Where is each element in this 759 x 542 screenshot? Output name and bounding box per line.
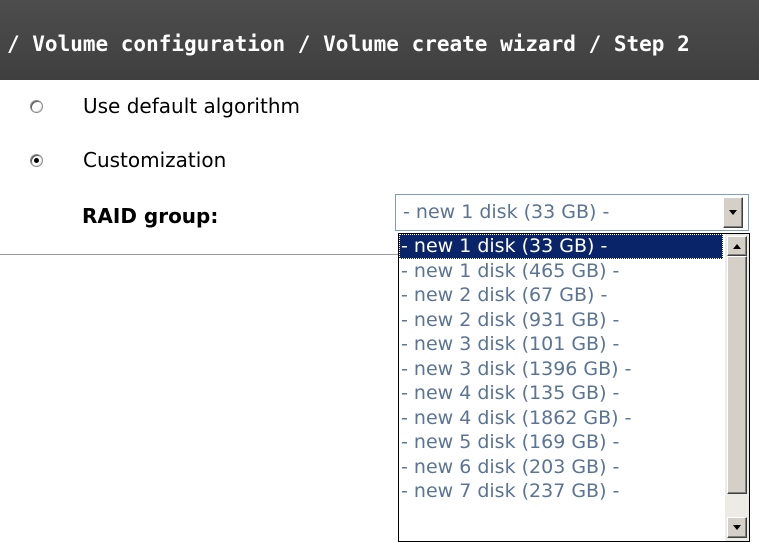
dropdown-option[interactable]: - new 3 disk (1396 GB) - [399, 357, 723, 382]
dropdown-option[interactable]: - new 4 disk (135 GB) - [399, 381, 723, 406]
dropdown-toggle-button[interactable] [723, 197, 743, 228]
dropdown-option[interactable]: - new 1 disk (33 GB) - [399, 234, 723, 259]
scroll-thumb[interactable] [727, 256, 747, 494]
chevron-down-icon [729, 210, 737, 215]
scrollbar[interactable] [725, 234, 749, 541]
breadcrumb: / Volume configuration / Volume create w… [7, 32, 690, 56]
customization-option[interactable]: Customization [30, 146, 226, 174]
dropdown-option[interactable]: - new 2 disk (67 GB) - [399, 283, 723, 308]
raid-group-selected-value: - new 1 disk (33 GB) - [403, 201, 610, 223]
scroll-up-button[interactable] [727, 236, 747, 256]
dropdown-option[interactable]: - new 3 disk (101 GB) - [399, 332, 723, 357]
page-header: / Volume configuration / Volume create w… [0, 0, 759, 80]
raid-group-select[interactable]: - new 1 disk (33 GB) - [395, 194, 749, 231]
dropdown-option[interactable]: - new 7 disk (237 GB) - [399, 479, 723, 504]
arrow-down-icon [733, 525, 741, 530]
default-algorithm-radio[interactable] [30, 99, 43, 113]
default-algorithm-option[interactable]: Use default algorithm [30, 92, 300, 120]
dropdown-option[interactable]: - new 1 disk (465 GB) - [399, 259, 723, 284]
raid-group-dropdown-list[interactable]: - new 1 disk (33 GB) -- new 1 disk (465 … [398, 233, 750, 542]
dropdown-option[interactable]: - new 2 disk (931 GB) - [399, 308, 723, 333]
customization-label: Customization [83, 148, 227, 172]
dropdown-option[interactable]: - new 4 disk (1862 GB) - [399, 406, 723, 431]
default-algorithm-label: Use default algorithm [83, 94, 300, 118]
arrow-up-icon [733, 244, 741, 249]
raid-group-label: RAID group: [82, 204, 219, 228]
dropdown-option[interactable]: - new 6 disk (203 GB) - [399, 455, 723, 480]
customization-radio[interactable] [30, 153, 43, 167]
scroll-down-button[interactable] [727, 517, 747, 538]
divider [0, 254, 400, 255]
option-list: - new 1 disk (33 GB) -- new 1 disk (465 … [399, 234, 723, 504]
dropdown-option[interactable]: - new 5 disk (169 GB) - [399, 430, 723, 455]
